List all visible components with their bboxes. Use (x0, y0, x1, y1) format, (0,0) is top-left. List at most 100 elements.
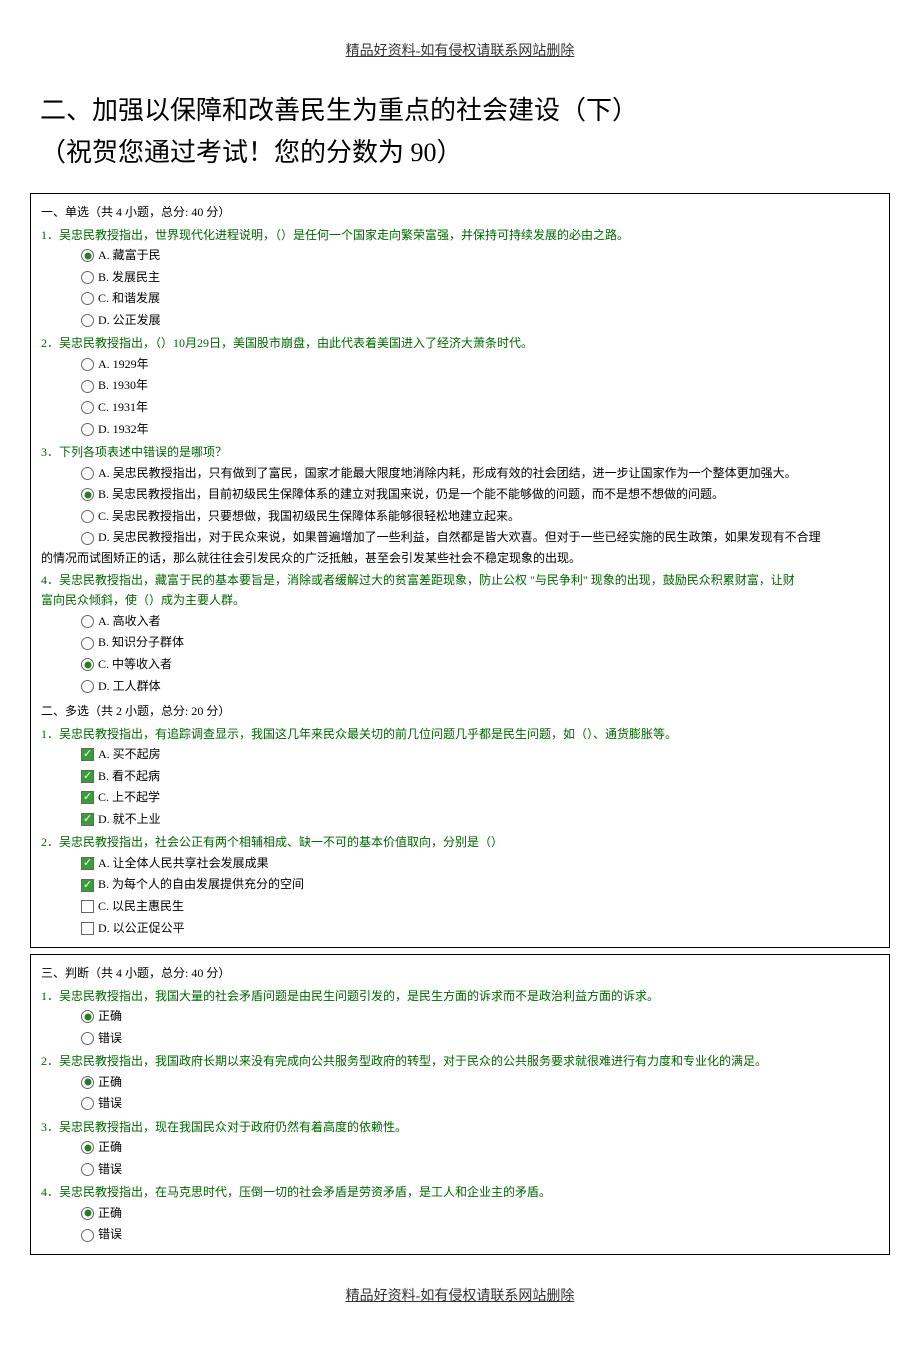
option-label: B. 知识分子群体 (98, 632, 184, 654)
question-judge-1: 1．吴忠民教授指出，我国大量的社会矛盾问题是由民生问题引发的，是民生方面的诉求而… (41, 986, 879, 1050)
option-b[interactable]: B. 为每个人的自由发展提供充分的空间 (81, 874, 879, 896)
option-a[interactable]: A. 让全体人民共享社会发展成果 (81, 853, 879, 875)
radio-icon (81, 423, 94, 436)
option-d[interactable]: D. 公正发展 (81, 310, 879, 332)
section-title: 三、判断（共 4 小题，总分: 40 分） (41, 963, 879, 983)
radio-icon (81, 401, 94, 414)
question-text: 1．吴忠民教授指出，我国大量的社会矛盾问题是由民生问题引发的，是民生方面的诉求而… (41, 989, 659, 1003)
option-d[interactable]: D. 以公正促公平 (81, 918, 879, 940)
question-text: 4．吴忠民教授指出，在马克思时代，压倒一切的社会矛盾是劳资矛盾，是工人和企业主的… (41, 1185, 551, 1199)
option-label: D. 工人群体 (98, 676, 161, 698)
option-b[interactable]: B. 看不起病 (81, 766, 879, 788)
option-false[interactable]: 错误 (81, 1028, 879, 1050)
checkbox-icon (81, 813, 94, 826)
option-false[interactable]: 错误 (81, 1093, 879, 1115)
option-c[interactable]: C. 和谐发展 (81, 288, 879, 310)
option-label: 正确 (98, 1072, 122, 1094)
option-false[interactable]: 错误 (81, 1159, 879, 1181)
option-d[interactable]: D. 吴忠民教授指出，对于民众来说，如果普遍增加了一些利益，自然都是皆大欢喜。但… (81, 527, 879, 547)
option-label: C. 上不起学 (98, 787, 160, 809)
option-a[interactable]: A. 藏富于民 (81, 245, 879, 267)
option-label: A. 吴忠民教授指出，只有做到了富民，国家才能最大限度地消除内耗，形成有效的社会… (98, 463, 797, 485)
question-text: 1．吴忠民教授指出，有追踪调查显示，我国这几年来民众最关切的前几位问题几乎都是民… (41, 727, 677, 741)
title-block: 二、加强以保障和改善民生为重点的社会建设（下） （祝贺您通过考试！您的分数为 9… (40, 90, 880, 173)
option-label: C. 吴忠民教授指出，只要想做，我国初级民生保障体系能够很轻松地建立起来。 (98, 506, 520, 528)
radio-icon (81, 1010, 94, 1023)
option-a[interactable]: A. 买不起房 (81, 744, 879, 766)
radio-icon (81, 1097, 94, 1110)
radio-icon (81, 658, 94, 671)
option-label: D. 吴忠民教授指出，对于民众来说，如果普遍增加了一些利益，自然都是皆大欢喜。但… (98, 530, 821, 544)
option-d[interactable]: D. 工人群体 (81, 676, 879, 698)
option-label: C. 和谐发展 (98, 288, 160, 310)
radio-icon (81, 615, 94, 628)
radio-icon (81, 532, 94, 545)
option-c[interactable]: C. 中等收入者 (81, 654, 879, 676)
option-label: 错误 (98, 1159, 122, 1181)
option-label: 正确 (98, 1006, 122, 1028)
checkbox-icon (81, 879, 94, 892)
checkbox-icon (81, 791, 94, 804)
section-judge: 三、判断（共 4 小题，总分: 40 分） 1．吴忠民教授指出，我国大量的社会矛… (30, 954, 890, 1255)
question-2: 2．吴忠民教授指出，（）10月29日，美国股市崩盘，由此代表着美国进入了经济大萧… (41, 333, 879, 440)
option-label: D. 就不上业 (98, 809, 161, 831)
option-label: 正确 (98, 1203, 122, 1225)
question-text: 2．吴忠民教授指出，我国政府长期以来没有完成向公共服务型政府的转型，对于民众的公… (41, 1054, 767, 1068)
radio-icon (81, 1076, 94, 1089)
section-title: 二、多选（共 2 小题，总分: 20 分） (41, 701, 879, 721)
option-label: B. 1930年 (98, 375, 148, 397)
question-text: 1．吴忠民教授指出，世界现代化进程说明，（）是任何一个国家走向繁荣富强，并保持可… (41, 228, 629, 242)
option-b[interactable]: B. 发展民主 (81, 267, 879, 289)
option-true[interactable]: 正确 (81, 1006, 879, 1028)
checkbox-icon (81, 922, 94, 935)
section-title: 一、单选（共 4 小题，总分: 40 分） (41, 202, 879, 222)
option-a[interactable]: A. 高收入者 (81, 611, 879, 633)
option-c[interactable]: C. 以民主惠民生 (81, 896, 879, 918)
option-true[interactable]: 正确 (81, 1072, 879, 1094)
option-label: A. 让全体人民共享社会发展成果 (98, 853, 269, 875)
question-multi-1: 1．吴忠民教授指出，有追踪调查显示，我国这几年来民众最关切的前几位问题几乎都是民… (41, 724, 879, 831)
option-label: A. 买不起房 (98, 744, 161, 766)
radio-icon (81, 1207, 94, 1220)
option-c[interactable]: C. 上不起学 (81, 787, 879, 809)
option-label: 正确 (98, 1137, 122, 1159)
option-c[interactable]: C. 吴忠民教授指出，只要想做，我国初级民生保障体系能够很轻松地建立起来。 (81, 506, 879, 528)
question-text: 2．吴忠民教授指出，社会公正有两个相辅相成、缺一不可的基本价值取向，分别是（） (41, 835, 503, 849)
question-4: 4．吴忠民教授指出，藏富于民的基本要旨是，消除或者缓解过大的贫富差距现象，防止公… (41, 570, 879, 697)
option-label: D. 1932年 (98, 419, 149, 441)
option-c[interactable]: C. 1931年 (81, 397, 879, 419)
option-b[interactable]: B. 知识分子群体 (81, 632, 879, 654)
question-3: 3．下列各项表述中错误的是哪项？ A. 吴忠民教授指出，只有做到了富民，国家才能… (41, 442, 879, 568)
radio-icon (81, 271, 94, 284)
option-d[interactable]: D. 1932年 (81, 419, 879, 441)
option-true[interactable]: 正确 (81, 1137, 879, 1159)
question-text: 2．吴忠民教授指出，（）10月29日，美国股市崩盘，由此代表着美国进入了经济大萧… (41, 336, 533, 350)
question-judge-4: 4．吴忠民教授指出，在马克思时代，压倒一切的社会矛盾是劳资矛盾，是工人和企业主的… (41, 1182, 879, 1246)
option-b[interactable]: B. 1930年 (81, 375, 879, 397)
option-label: A. 藏富于民 (98, 245, 161, 267)
option-label: B. 看不起病 (98, 766, 160, 788)
option-a[interactable]: A. 1929年 (81, 354, 879, 376)
radio-icon (81, 249, 94, 262)
option-d[interactable]: D. 就不上业 (81, 809, 879, 831)
radio-icon (81, 510, 94, 523)
radio-icon (81, 358, 94, 371)
radio-icon (81, 488, 94, 501)
radio-icon (81, 1141, 94, 1154)
question-text: 3．下列各项表述中错误的是哪项？ (41, 445, 227, 459)
checkbox-icon (81, 900, 94, 913)
question-text-cont: 富向民众倾斜，使（）成为主要人群。 (41, 590, 879, 610)
option-a[interactable]: A. 吴忠民教授指出，只有做到了富民，国家才能最大限度地消除内耗，形成有效的社会… (81, 463, 879, 485)
option-false[interactable]: 错误 (81, 1224, 879, 1246)
radio-icon (81, 680, 94, 693)
question-text: 4．吴忠民教授指出，藏富于民的基本要旨是，消除或者缓解过大的贫富差距现象，防止公… (41, 573, 795, 587)
checkbox-icon (81, 748, 94, 761)
question-judge-3: 3．吴忠民教授指出，现在我国民众对于政府仍然有着高度的依赖性。 正确 错误 (41, 1117, 879, 1181)
option-true[interactable]: 正确 (81, 1203, 879, 1225)
question-judge-2: 2．吴忠民教授指出，我国政府长期以来没有完成向公共服务型政府的转型，对于民众的公… (41, 1051, 879, 1115)
option-label: 错误 (98, 1093, 122, 1115)
option-label: B. 为每个人的自由发展提供充分的空间 (98, 874, 304, 896)
option-label: C. 以民主惠民生 (98, 896, 184, 918)
checkbox-icon (81, 770, 94, 783)
option-b[interactable]: B. 吴忠民教授指出，目前初级民生保障体系的建立对我国来说，仍是一个能不能够做的… (81, 484, 879, 506)
